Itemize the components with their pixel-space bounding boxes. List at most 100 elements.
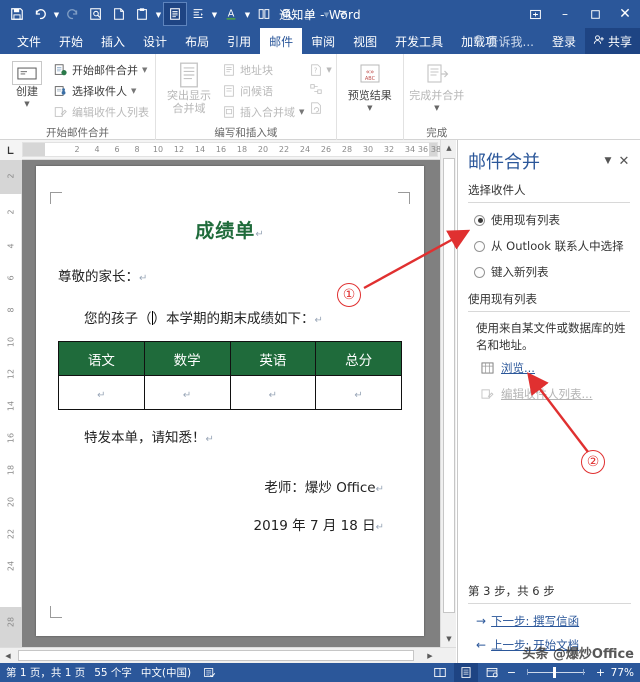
browse-table-icon bbox=[480, 361, 495, 375]
horizontal-scrollbar[interactable]: ◀ ▶ bbox=[0, 647, 456, 663]
save-icon[interactable] bbox=[6, 3, 28, 25]
vertical-scroll-thumb[interactable] bbox=[443, 158, 455, 613]
radio-select-from-outlook[interactable]: 从 Outlook 联系人中选择 bbox=[458, 233, 640, 259]
tell-me-label: 告诉我... bbox=[486, 34, 534, 49]
page-indicator[interactable]: 第 1 页，共 1 页 bbox=[6, 665, 94, 680]
radio-use-existing-list[interactable]: 使用现有列表 bbox=[458, 207, 640, 233]
create-button[interactable]: 创建 ▼ bbox=[4, 58, 50, 108]
zoom-slider-handle[interactable] bbox=[553, 667, 556, 678]
restore-button[interactable] bbox=[580, 0, 610, 28]
find-icon[interactable] bbox=[276, 3, 298, 25]
preview-results-caret-icon[interactable]: ▼ bbox=[367, 104, 372, 112]
table-cell-english[interactable]: ↵ bbox=[229, 375, 317, 410]
proofing-icon[interactable] bbox=[200, 663, 218, 682]
document-view-icon[interactable] bbox=[163, 2, 187, 26]
undo-icon[interactable] bbox=[29, 3, 51, 25]
horizontal-ruler-track[interactable]: 2 4 6 8 10 12 14 16 18 20 22 24 26 28 30… bbox=[22, 142, 441, 157]
browse-link[interactable]: 浏览... bbox=[501, 360, 535, 376]
horizontal-scroll-thumb[interactable] bbox=[18, 650, 414, 661]
new-document-icon[interactable] bbox=[108, 3, 130, 25]
watermark: 头条 @爆炒Office bbox=[522, 647, 634, 662]
language-indicator[interactable]: 中文(中国) bbox=[141, 665, 200, 680]
paste-caret-icon[interactable]: ▼ bbox=[154, 3, 163, 25]
radio-label-select-from-outlook: 从 Outlook 联系人中选择 bbox=[491, 239, 624, 253]
radio-button-use-existing-list[interactable] bbox=[474, 214, 485, 226]
scroll-down-icon[interactable]: ▼ bbox=[441, 631, 457, 647]
zoom-out-button[interactable]: − bbox=[506, 666, 517, 679]
document-canvas[interactable]: 成绩单↵ 尊敬的家长：↵ 您的孩子（）本学期的期末成绩如下：↵ 语文 数学 英语… bbox=[22, 160, 456, 647]
document-page[interactable]: 成绩单↵ 尊敬的家长：↵ 您的孩子（）本学期的期末成绩如下：↵ 语文 数学 英语… bbox=[36, 166, 424, 636]
edit-recipient-list-link: 编辑收件人列表... bbox=[501, 387, 593, 402]
edit-recipient-list-label: 编辑收件人列表 bbox=[72, 106, 149, 119]
print-preview-icon[interactable] bbox=[85, 3, 107, 25]
table-cell-chinese[interactable]: ↵ bbox=[58, 375, 145, 410]
zoom-slider[interactable] bbox=[519, 663, 593, 682]
radio-button-type-new-list[interactable] bbox=[474, 266, 485, 278]
font-color-icon[interactable]: A bbox=[220, 3, 242, 25]
rules-caret-icon: ▼ bbox=[326, 65, 332, 74]
zoom-level[interactable]: 77% bbox=[608, 667, 636, 679]
read-mode-icon[interactable] bbox=[428, 663, 452, 682]
tab-stop-left-icon[interactable] bbox=[0, 139, 22, 160]
zoom-in-button[interactable]: + bbox=[595, 666, 606, 679]
tab-design[interactable]: 设计 bbox=[134, 28, 176, 54]
table-cell-total[interactable]: ↵ bbox=[315, 375, 402, 410]
paste-icon[interactable] bbox=[131, 3, 153, 25]
score-table[interactable]: 语文 数学 英语 总分 ↵ ↵ ↵ ↵ bbox=[58, 341, 402, 410]
table-row[interactable]: ↵ ↵ ↵ ↵ bbox=[58, 375, 402, 410]
web-layout-icon[interactable] bbox=[480, 663, 504, 682]
browse-link-row[interactable]: 浏览... bbox=[458, 355, 640, 381]
tab-mailings[interactable]: 邮件 bbox=[260, 28, 303, 54]
customize-qat-icon[interactable] bbox=[332, 3, 354, 25]
tab-review[interactable]: 审阅 bbox=[302, 28, 344, 54]
close-icon[interactable]: ✕ bbox=[616, 153, 632, 169]
tab-view[interactable]: 视图 bbox=[344, 28, 386, 54]
word-count[interactable]: 55 个字 bbox=[94, 665, 141, 680]
tab-layout[interactable]: 布局 bbox=[176, 28, 218, 54]
columns-icon[interactable] bbox=[253, 3, 275, 25]
font-color-caret-icon[interactable]: ▼ bbox=[243, 3, 252, 25]
preview-results-label: 预览结果 bbox=[347, 89, 392, 102]
ribbon-group-start-mail-merge: 创建 ▼ 开始邮件合并 ▼ 选择收件人 ▼ 编辑收件人列表 开始邮件合并 bbox=[0, 54, 155, 140]
tab-references[interactable]: 引用 bbox=[218, 28, 260, 54]
tab-developer[interactable]: 开发工具 bbox=[386, 28, 452, 54]
minimize-button[interactable]: – bbox=[550, 0, 580, 28]
radio-button-select-from-outlook[interactable] bbox=[474, 240, 485, 252]
create-caret-icon[interactable]: ▼ bbox=[24, 100, 29, 108]
sign-in-button[interactable]: 登录 bbox=[543, 28, 585, 54]
chevron-down-icon[interactable]: ▼ bbox=[600, 153, 616, 169]
print-layout-icon[interactable] bbox=[454, 663, 478, 682]
salutation-text: 尊敬的家长： bbox=[58, 269, 139, 285]
paragraph-indent-icon[interactable] bbox=[187, 3, 209, 25]
arrow-left-icon: ← bbox=[476, 638, 487, 652]
tell-me-box[interactable]: 告诉我... bbox=[464, 28, 543, 54]
status-bar-right: − + 77% bbox=[428, 663, 636, 682]
vertical-ruler[interactable]: 2 2 4 6 8 10 12 14 16 18 20 22 24 28 bbox=[0, 160, 22, 647]
preview-results-button[interactable]: «» ABC 预览结果 ▼ bbox=[341, 58, 399, 112]
next-step-link[interactable]: 下一步: 撰写信函 bbox=[491, 613, 579, 629]
close-button[interactable]: ✕ bbox=[610, 0, 640, 28]
share-button[interactable]: 共享 bbox=[584, 28, 640, 54]
select-recipients-button[interactable]: 选择收件人 ▼ bbox=[50, 81, 151, 101]
paragraph-caret-icon[interactable]: ▼ bbox=[210, 3, 219, 25]
scroll-left-icon[interactable]: ◀ bbox=[0, 648, 16, 663]
start-mail-merge-caret-icon[interactable]: ▼ bbox=[142, 66, 147, 74]
page-margin-mark-bottom-left bbox=[50, 606, 62, 618]
ribbon-display-options-icon[interactable] bbox=[520, 0, 550, 28]
vertical-scrollbar[interactable]: ▲ ▼ bbox=[440, 140, 456, 647]
pilcrow-mark: ↵ bbox=[375, 522, 384, 533]
start-mail-merge-button[interactable]: 开始邮件合并 ▼ bbox=[50, 60, 151, 80]
page-content[interactable]: 成绩单↵ 尊敬的家长：↵ 您的孩子（）本学期的期末成绩如下：↵ 语文 数学 英语… bbox=[58, 182, 402, 534]
select-recipients-caret-icon[interactable]: ▼ bbox=[131, 87, 136, 95]
tab-home[interactable]: 开始 bbox=[50, 28, 92, 54]
tab-file[interactable]: 文件 bbox=[8, 28, 50, 54]
radio-type-new-list[interactable]: 键入新列表 bbox=[458, 259, 640, 285]
tab-insert[interactable]: 插入 bbox=[92, 28, 134, 54]
horizontal-ruler[interactable]: 2 4 6 8 10 12 14 16 18 20 22 24 26 28 30… bbox=[0, 139, 456, 160]
scroll-up-icon[interactable]: ▲ bbox=[441, 140, 457, 156]
rules-icon: ? bbox=[306, 61, 326, 78]
next-step-row[interactable]: → 下一步: 撰写信函 bbox=[458, 609, 640, 633]
scroll-right-icon[interactable]: ▶ bbox=[422, 648, 438, 663]
table-cell-math[interactable]: ↵ bbox=[143, 375, 231, 410]
undo-caret-icon[interactable]: ▼ bbox=[52, 3, 61, 25]
